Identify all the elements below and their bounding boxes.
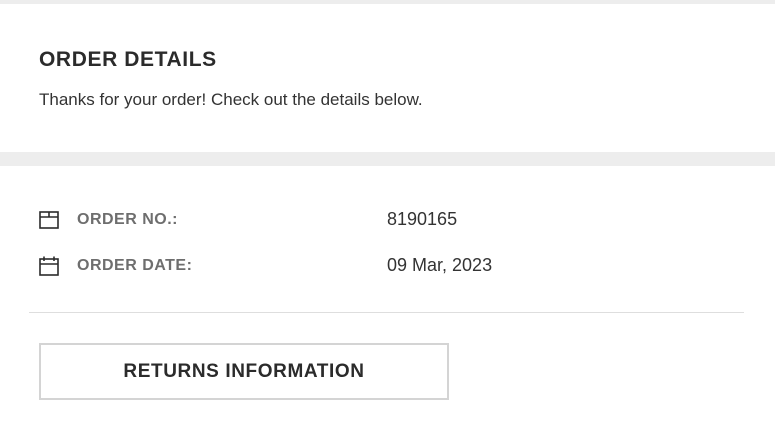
order-number-label: ORDER NO.: xyxy=(77,211,178,228)
order-number-row: ORDER NO.: 8190165 xyxy=(39,208,739,234)
returns-information-button[interactable]: RETURNS INFORMATION xyxy=(39,343,449,400)
order-header-card: ORDER DETAILS Thanks for your order! Che… xyxy=(0,4,775,152)
box-icon xyxy=(39,210,59,230)
order-date-row: ORDER DATE: 09 Mar, 2023 xyxy=(39,254,739,280)
order-date-value: 09 Mar, 2023 xyxy=(387,255,493,275)
order-details-page: ORDER DETAILS Thanks for your order! Che… xyxy=(0,0,775,427)
order-number-value: 8190165 xyxy=(387,209,458,229)
calendar-icon xyxy=(39,256,59,276)
page-subtitle: Thanks for your order! Check out the det… xyxy=(39,90,423,109)
order-date-label: ORDER DATE: xyxy=(77,257,193,274)
divider xyxy=(29,312,744,313)
page-title: ORDER DETAILS xyxy=(39,48,217,71)
order-info-card: ORDER NO.: 8190165 ORDER DATE: 09 Mar, 2… xyxy=(0,166,775,427)
